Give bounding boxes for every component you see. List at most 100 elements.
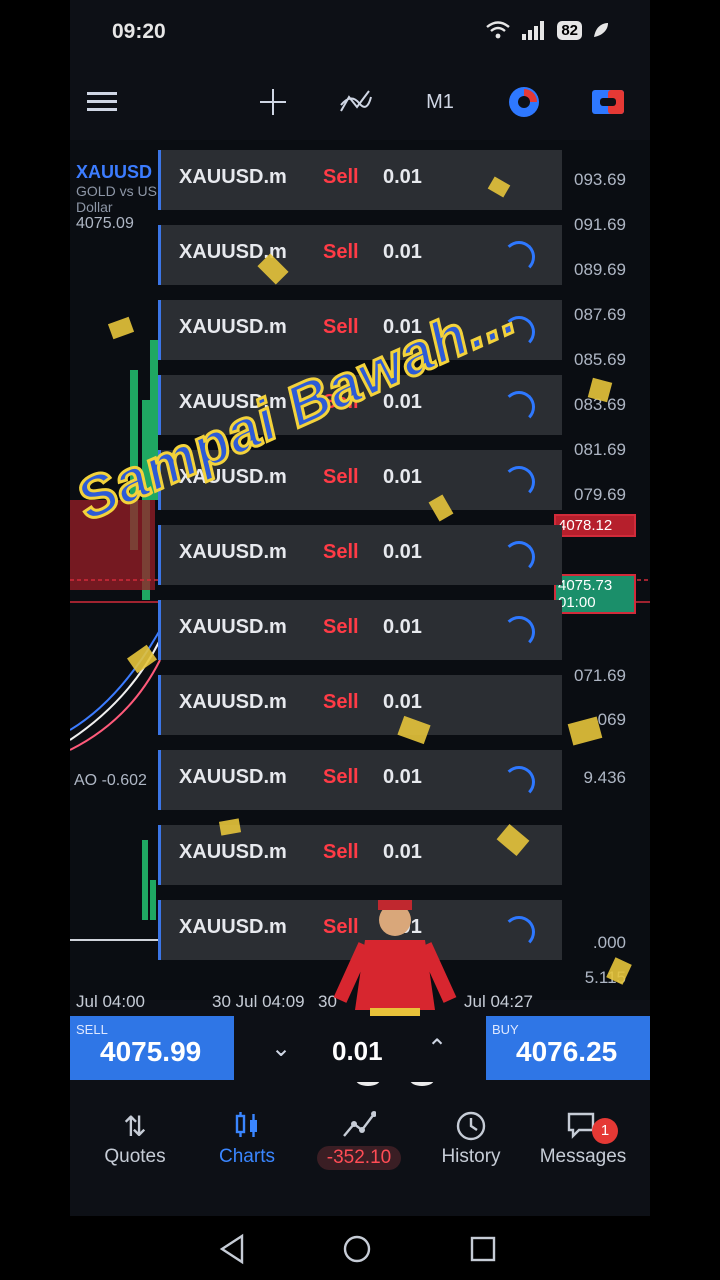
messages-badge: 1 <box>592 1118 618 1144</box>
menu-icon[interactable] <box>82 84 122 120</box>
nav-quotes[interactable]: ⇅ Quotes <box>80 1110 190 1168</box>
nav-history[interactable]: History <box>416 1110 526 1168</box>
price-axis: 093.69 091.69 089.69 087.69 085.69 083.6… <box>556 140 626 1000</box>
order-type: Sell <box>323 316 359 338</box>
order-type: Sell <box>323 166 359 188</box>
order-type: Sell <box>323 691 359 713</box>
loading-spinner-icon <box>503 616 535 648</box>
battery-icon: 82 <box>557 20 582 40</box>
system-navigation-bar <box>70 1216 650 1280</box>
price-axis-label: 087.69 <box>574 305 626 324</box>
leaf-icon <box>594 23 608 37</box>
order-row[interactable]: XAUUSD.m Sell 0.01 <box>158 525 562 585</box>
order-volume: 0.01 <box>383 766 422 788</box>
quotes-icon: ⇅ <box>123 1111 147 1142</box>
volume-increase-icon[interactable]: ⌃ <box>422 1034 452 1064</box>
recents-icon[interactable] <box>466 1232 506 1266</box>
symbol-info: XAUUSD GOLD vs US Dollar 4075.09 <box>76 162 171 233</box>
indicators-icon[interactable] <box>336 84 376 120</box>
order-symbol: XAUUSD.m <box>179 916 287 938</box>
chart-symbol-description: GOLD vs US Dollar <box>76 183 157 215</box>
order-symbol: XAUUSD.m <box>179 616 287 638</box>
sell-label: SELL <box>76 1022 108 1037</box>
order-volume: 0.01 <box>383 841 422 863</box>
trade-panel: SELL 4075.99 ⌄ 0.01 ⌃ BUY 4076.25 <box>70 1016 650 1082</box>
order-row[interactable]: XAUUSD.mSell0.01 <box>158 225 562 285</box>
history-icon <box>416 1110 526 1146</box>
charts-icon <box>192 1110 302 1146</box>
time-axis-label: 30 Jul 04:09 <box>212 992 305 1011</box>
order-symbol: XAUUSD.m <box>179 541 287 563</box>
order-row[interactable]: XAUUSD.m Sell 0.01 <box>158 600 562 660</box>
bottom-navigation: ⇅ Quotes Charts -352.10 History 1 Messag… <box>70 1100 650 1190</box>
price-axis-label: 071.69 <box>574 666 626 685</box>
bid-price-value: 4075.73 <box>558 577 613 594</box>
buy-price: 4076.25 <box>516 1036 618 1067</box>
order-type: Sell <box>323 466 359 488</box>
status-bar: 09:20 82 <box>70 0 650 64</box>
loading-spinner-icon <box>503 541 535 573</box>
chart-symbol: XAUUSD <box>76 162 153 182</box>
price-axis-label: 9.436 <box>583 768 626 787</box>
status-icons: 82 <box>485 20 610 40</box>
order-type: Sell <box>323 541 359 563</box>
nav-quotes-label: Quotes <box>104 1146 166 1167</box>
order-type: Sell <box>323 766 359 788</box>
order-notification-list: XAUUSD.m Sell 0.01 XAUUSD.m Sell 0.01 XAUUSD… <box>158 150 562 990</box>
order-symbol: XAUUSD.m <box>179 766 287 788</box>
nav-messages[interactable]: 1 Messages <box>528 1110 638 1168</box>
back-icon[interactable] <box>216 1232 256 1266</box>
home-icon[interactable] <box>340 1232 380 1266</box>
trade-icon <box>304 1110 414 1146</box>
crosshair-icon[interactable] <box>253 84 293 120</box>
buy-label: BUY <box>492 1022 519 1037</box>
nav-trade-profit: -352.10 <box>316 1146 402 1170</box>
messages-icon <box>528 1110 638 1146</box>
volume-decrease-icon[interactable]: ⌄ <box>266 1034 296 1064</box>
ao-indicator-label: AO -0.602 <box>74 772 147 789</box>
bid-price-timer: 01:00 <box>558 594 596 611</box>
loading-spinner-icon <box>503 241 535 273</box>
status-time: 09:20 <box>112 20 166 43</box>
one-click-trading-icon[interactable] <box>504 84 544 120</box>
order-volume: 0.01 <box>383 466 422 488</box>
order-row[interactable]: XAUUSD.m Sell 0.01 <box>158 675 562 735</box>
trade-toggle-icon[interactable] <box>588 84 628 120</box>
order-volume: 0.01 <box>383 166 422 188</box>
price-axis-label: .000 <box>592 933 626 952</box>
loading-spinner-icon <box>503 766 535 798</box>
order-volume: 0.01 <box>383 541 422 563</box>
order-symbol: XAUUSD.m <box>179 841 287 863</box>
order-volume: 0.01 <box>383 616 422 638</box>
nav-charts[interactable]: Charts <box>192 1110 302 1168</box>
order-row[interactable]: XAUUSD.m Sell 0.01 <box>158 750 562 810</box>
chart-toolbar: M1 <box>70 72 650 132</box>
buy-button[interactable]: BUY 4076.25 <box>486 1016 650 1080</box>
order-symbol: XAUUSD.m <box>179 166 287 188</box>
price-axis-label: 085.69 <box>574 350 626 369</box>
time-axis-label: Jul 04:00 <box>76 992 145 1011</box>
nav-history-label: History <box>441 1146 501 1167</box>
sell-price: 4075.99 <box>100 1036 202 1067</box>
order-volume: 0.01 <box>383 691 422 713</box>
wifi-icon <box>486 21 511 39</box>
timeframe-button[interactable]: M1 <box>420 84 460 120</box>
price-axis-label: 091.69 <box>574 215 626 234</box>
price-axis-label: 081.69 <box>574 440 626 459</box>
order-symbol: XAUUSD.m <box>179 316 287 338</box>
nav-trade[interactable]: -352.10 <box>304 1110 414 1170</box>
nav-messages-label: Messages <box>539 1146 627 1167</box>
price-axis-label: 079.69 <box>574 485 626 504</box>
order-volume: 0.01 <box>383 241 422 263</box>
price-axis-label: 093.69 <box>574 170 626 189</box>
order-symbol: XAUUSD.m <box>179 691 287 713</box>
sell-button[interactable]: SELL 4075.99 <box>70 1016 234 1080</box>
order-type: Sell <box>323 841 359 863</box>
ask-price-tag: 4078.12 <box>554 514 636 537</box>
chart-symbol-price: 4075.09 <box>76 215 134 232</box>
loading-spinner-icon <box>503 916 535 948</box>
order-type: Sell <box>323 616 359 638</box>
volume-value[interactable]: 0.01 <box>332 1036 383 1067</box>
price-axis-label: 069 <box>597 710 626 729</box>
nav-charts-label: Charts <box>219 1146 275 1167</box>
